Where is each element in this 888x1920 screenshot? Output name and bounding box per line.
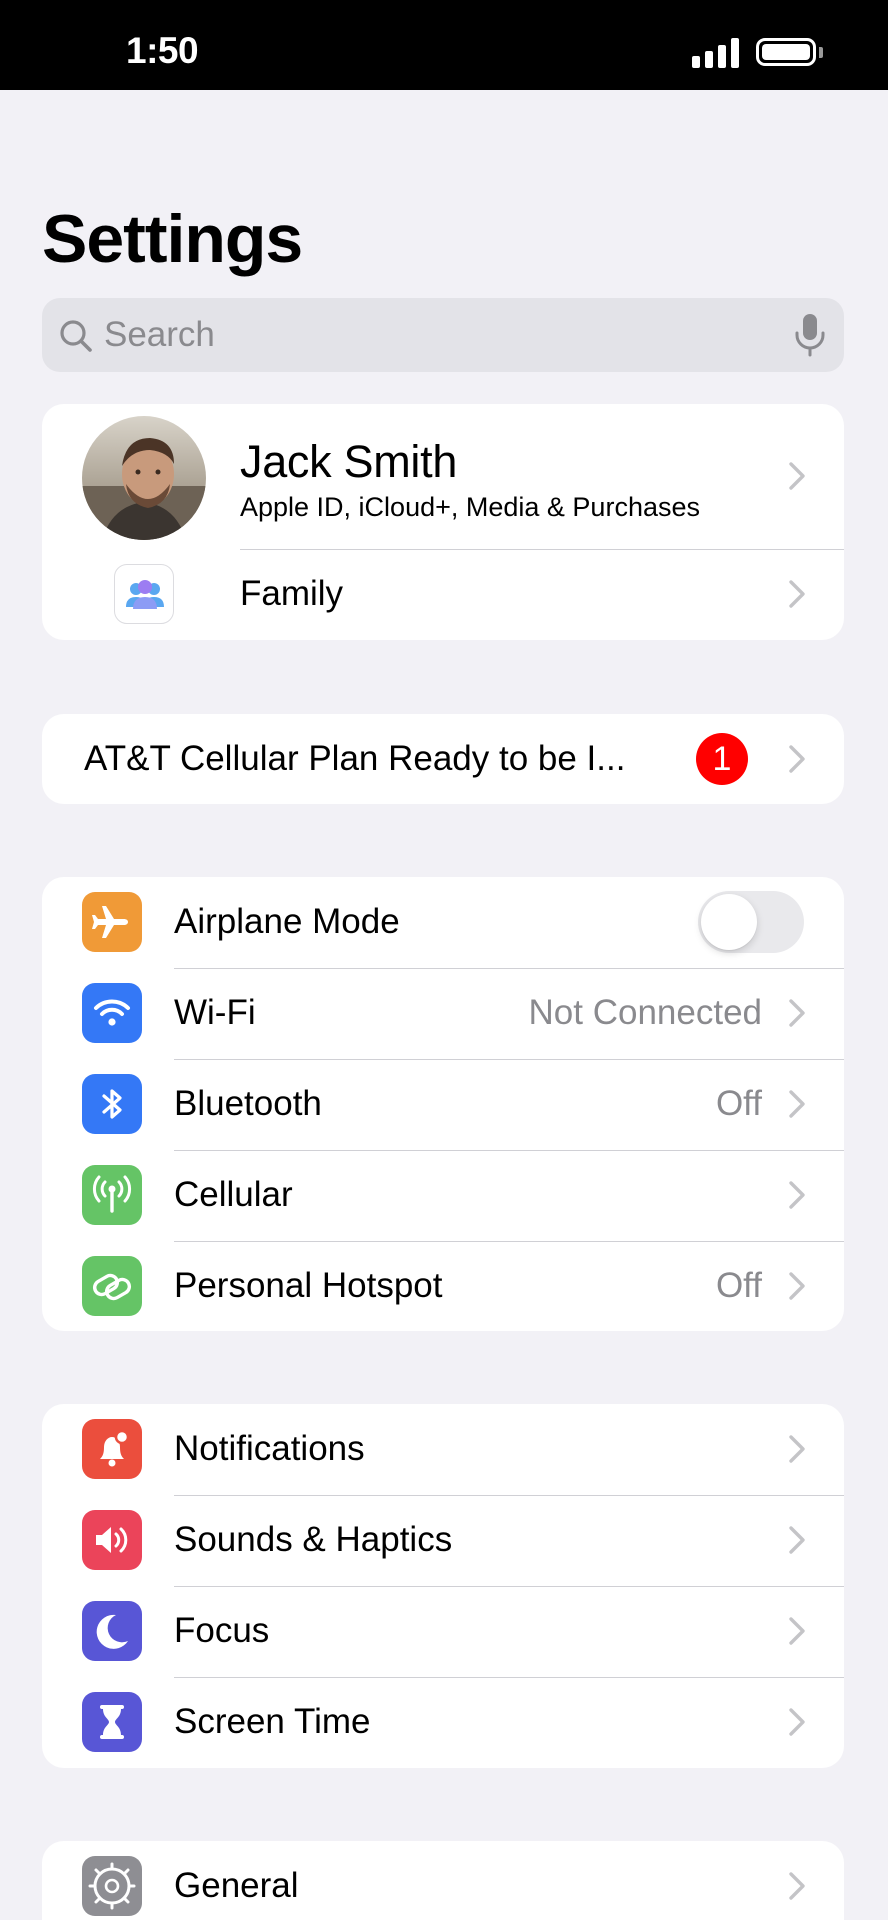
search-icon: [60, 320, 92, 352]
chevron-right-icon: [789, 1708, 805, 1736]
cellular-signal-icon: [692, 36, 740, 68]
chevron-right-icon: [789, 1872, 805, 1900]
screen-time-row[interactable]: Screen Time: [42, 1677, 844, 1768]
bluetooth-status: Off: [715, 1084, 762, 1123]
general-label: General: [174, 1866, 299, 1905]
bluetooth-icon: [82, 1074, 142, 1134]
avatar: [82, 416, 206, 540]
cellular-plan-card: AT&T Cellular Plan Ready to be I... 1: [42, 714, 844, 804]
bluetooth-label: Bluetooth: [174, 1084, 322, 1123]
hotspot-icon: [82, 1256, 142, 1316]
status-bar: 1:50: [0, 0, 888, 90]
search-bar[interactable]: [42, 298, 844, 372]
personal-hotspot-row[interactable]: Personal Hotspot Off: [42, 1241, 844, 1331]
cellular-plan-row[interactable]: AT&T Cellular Plan Ready to be I... 1: [42, 714, 844, 804]
gear-icon: [82, 1856, 142, 1916]
apple-id-row[interactable]: Jack Smith Apple ID, iCloud+, Media & Pu…: [42, 404, 844, 549]
attention-card: Notifications Sounds & Haptics Focus Scr…: [42, 1404, 844, 1768]
wifi-status: Not Connected: [528, 993, 762, 1032]
page-title: Settings: [42, 201, 303, 277]
chevron-right-icon: [789, 1526, 805, 1554]
notifications-label: Notifications: [174, 1429, 365, 1468]
moon-icon: [82, 1601, 142, 1661]
battery-icon: [756, 38, 816, 66]
chevron-right-icon: [789, 1090, 805, 1118]
chevron-right-icon: [789, 1181, 805, 1209]
connectivity-card: Airplane Mode Wi-Fi Not Connected Blueto…: [42, 877, 844, 1331]
profile-subtitle: Apple ID, iCloud+, Media & Purchases: [240, 492, 700, 522]
profile-name: Jack Smith: [240, 436, 458, 487]
hourglass-icon: [82, 1692, 142, 1752]
family-icon: [114, 564, 174, 624]
family-label: Family: [240, 574, 344, 613]
chevron-right-icon: [789, 1435, 805, 1463]
airplane-icon: [82, 892, 142, 952]
search-input[interactable]: [104, 298, 744, 372]
airplane-mode-label: Airplane Mode: [174, 902, 400, 941]
microphone-icon[interactable]: [790, 312, 830, 358]
cellular-plan-label: AT&T Cellular Plan Ready to be I...: [84, 739, 626, 778]
personal-hotspot-label: Personal Hotspot: [174, 1266, 443, 1305]
general-card: General: [42, 1841, 844, 1920]
wifi-label: Wi-Fi: [174, 993, 256, 1032]
personal-hotspot-status: Off: [715, 1266, 762, 1305]
sounds-haptics-row[interactable]: Sounds & Haptics: [42, 1495, 844, 1586]
wifi-icon: [82, 983, 142, 1043]
screen-time-label: Screen Time: [174, 1702, 371, 1741]
chevron-right-icon: [789, 745, 805, 773]
notifications-row[interactable]: Notifications: [42, 1404, 844, 1495]
speaker-icon: [82, 1510, 142, 1570]
chevron-right-icon: [789, 1617, 805, 1645]
chevron-right-icon: [789, 1272, 805, 1300]
cellular-label: Cellular: [174, 1175, 293, 1214]
profile-card: Jack Smith Apple ID, iCloud+, Media & Pu…: [42, 404, 844, 640]
family-row[interactable]: Family: [42, 549, 844, 640]
bluetooth-row[interactable]: Bluetooth Off: [42, 1059, 844, 1150]
focus-label: Focus: [174, 1611, 270, 1650]
general-row[interactable]: General: [42, 1841, 844, 1920]
cellular-row[interactable]: Cellular: [42, 1150, 844, 1241]
chevron-right-icon: [789, 462, 805, 490]
airplane-mode-toggle[interactable]: [698, 891, 804, 953]
cellular-antenna-icon: [82, 1165, 142, 1225]
focus-row[interactable]: Focus: [42, 1586, 844, 1677]
wifi-row[interactable]: Wi-Fi Not Connected: [42, 968, 844, 1059]
chevron-right-icon: [789, 580, 805, 608]
airplane-mode-row: Airplane Mode: [42, 877, 844, 968]
notification-badge: 1: [696, 733, 748, 785]
chevron-right-icon: [789, 999, 805, 1027]
battery-cap: [819, 47, 823, 58]
notifications-icon: [82, 1419, 142, 1479]
sounds-haptics-label: Sounds & Haptics: [174, 1520, 453, 1559]
status-time: 1:50: [126, 30, 199, 71]
